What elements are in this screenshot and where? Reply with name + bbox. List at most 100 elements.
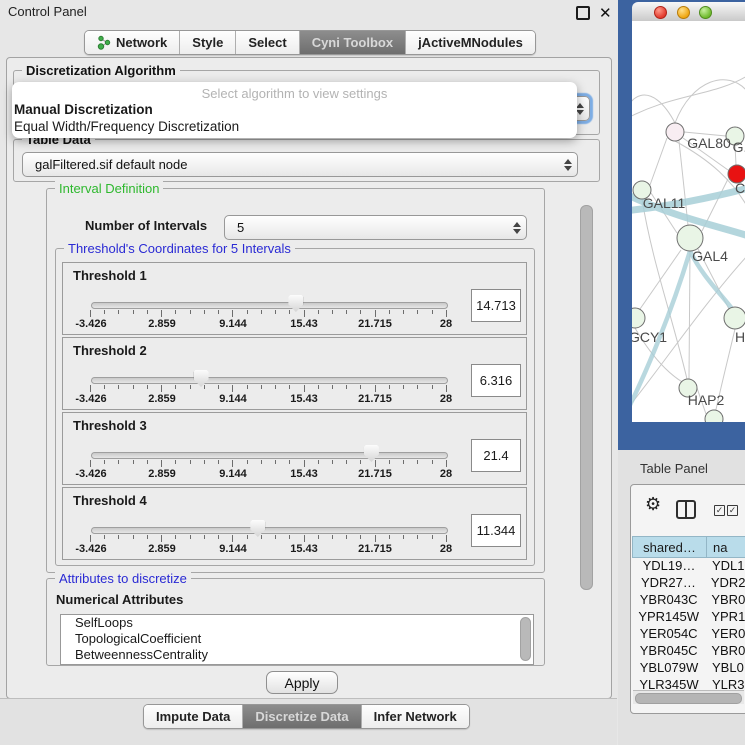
tick-label: 15.43 [290, 393, 318, 405]
table-panel-title: Table Panel [640, 461, 708, 476]
mac-minimize-button[interactable] [677, 6, 690, 19]
application: Control Panel ✕ Network Style Select Cyn… [0, 0, 745, 745]
number-of-intervals-label: Number of Intervals [85, 218, 207, 233]
slider-ticks [90, 385, 447, 393]
tab-select[interactable]: Select [236, 31, 299, 54]
label-gal11: GAL11 [643, 195, 686, 211]
table-row[interactable]: YBL079WYBL0 [632, 660, 745, 677]
table-row[interactable]: YBR043CYBR0 [632, 592, 745, 609]
tick-label: 21.715 [358, 318, 392, 330]
panel-title: Control Panel [8, 4, 87, 19]
table-panel: Table Panel ⚙ ✓ ✓ shared… na YDL19…YDL1 … [618, 450, 745, 745]
tab-style[interactable]: Style [180, 31, 236, 54]
dropdown-prompt: Select algorithm to view settings [12, 86, 577, 101]
threshold-4-label: Threshold 4 [73, 493, 147, 508]
network-window-titlebar[interactable] [632, 2, 745, 22]
checkbox-icon[interactable]: ✓ [727, 505, 738, 516]
number-of-intervals-combo[interactable]: 5 [224, 215, 527, 240]
dropdown-option-manual-discretization[interactable]: Manual Discretization [14, 102, 153, 117]
node-right-mid[interactable] [724, 307, 745, 329]
top-tab-bar: Network Style Select Cyni Toolbox jActiv… [84, 30, 536, 55]
tick-label: 28 [440, 543, 452, 555]
checkbox-icon[interactable]: ✓ [714, 505, 725, 516]
column-header-shared-name[interactable]: shared… [632, 536, 707, 558]
combo-stepper-icon [508, 222, 526, 234]
label-gal4: GAL4 [692, 248, 728, 264]
list-item-selfloops[interactable]: SelfLoops [61, 615, 533, 631]
tab-impute-data[interactable]: Impute Data [144, 705, 243, 728]
tick-label: 2.859 [148, 468, 176, 480]
interval-definition-title: Interval Definition [55, 181, 163, 196]
table-row[interactable]: YDL19…YDL1 [632, 558, 745, 575]
list-item-betweennesscentrality[interactable]: BetweennessCentrality [61, 647, 533, 663]
panel-vertical-scrollbar[interactable] [580, 205, 593, 590]
algorithm-dropdown-popup: Select algorithm to view settings Manual… [12, 82, 577, 138]
tick-label: 21.715 [358, 543, 392, 555]
tick-label: 15.43 [290, 543, 318, 555]
threshold-3-slider-track[interactable] [91, 452, 448, 459]
threshold-2-panel: Threshold 2 -3.426 2.859 9.144 15.43 21.… [62, 337, 527, 410]
tick-label: 21.715 [358, 393, 392, 405]
table-data-combo[interactable]: galFiltered.sif default node [22, 152, 578, 177]
table-row[interactable]: YBR045CYBR0 [632, 643, 745, 660]
column-header-name[interactable]: na [706, 536, 745, 558]
threshold-4-slider-track[interactable] [91, 527, 448, 534]
node-gcy1[interactable] [632, 308, 645, 328]
tick-label: 2.859 [148, 543, 176, 555]
slider-ticks [90, 535, 447, 543]
tick-label: 2.859 [148, 318, 176, 330]
threshold-2-value-field[interactable]: 6.316 [471, 364, 521, 397]
list-vertical-scrollbar[interactable] [520, 617, 531, 661]
mac-close-button[interactable] [654, 6, 667, 19]
close-icon[interactable]: ✕ [599, 7, 612, 20]
numerical-attributes-label: Numerical Attributes [56, 592, 183, 607]
network-icon [97, 35, 111, 50]
threshold-1-label: Threshold 1 [73, 268, 147, 283]
node-bottom[interactable] [705, 410, 723, 422]
tab-discretize-data[interactable]: Discretize Data [243, 705, 361, 728]
network-nodes[interactable] [632, 123, 745, 422]
threshold-3-value-field[interactable]: 21.4 [471, 439, 521, 472]
tick-label: 9.144 [219, 318, 247, 330]
label-gcy1: GCY1 [632, 329, 667, 345]
threshold-4-value-field[interactable]: 11.344 [471, 514, 521, 547]
table-horizontal-scrollbar[interactable] [633, 690, 744, 704]
gear-icon[interactable]: ⚙ [645, 495, 661, 513]
tab-jactivemnodules[interactable]: jActiveMNodules [406, 31, 535, 54]
slider-ticks [90, 460, 447, 468]
tick-label: 9.144 [219, 543, 247, 555]
tick-label: -3.426 [75, 468, 106, 480]
list-item-topologicalcoefficient[interactable]: TopologicalCoefficient [61, 631, 533, 647]
number-of-intervals-value: 5 [225, 220, 508, 235]
tick-label: 28 [440, 318, 452, 330]
float-window-icon[interactable] [576, 6, 590, 20]
mac-zoom-button[interactable] [699, 6, 712, 19]
node-gal80[interactable] [666, 123, 684, 141]
threshold-3-label: Threshold 3 [73, 418, 147, 433]
tab-network[interactable]: Network [85, 31, 180, 54]
bottom-tab-bar: Impute Data Discretize Data Infer Networ… [143, 704, 470, 729]
table-row[interactable]: YPR145WYPR1 [632, 609, 745, 626]
threshold-1-value-field[interactable]: 14.713 [471, 289, 521, 322]
label-g-partial: G. [733, 139, 745, 155]
threshold-2-slider-track[interactable] [91, 377, 448, 384]
tick-label: 2.859 [148, 393, 176, 405]
network-canvas[interactable]: GAL80 G. C GAL11 GAL4 GCY1 H HAP2 [632, 21, 745, 422]
apply-button[interactable]: Apply [266, 671, 338, 694]
label-c-partial: C [735, 180, 745, 196]
column-layout-icon[interactable] [676, 500, 696, 519]
tab-cyni-toolbox[interactable]: Cyni Toolbox [300, 31, 406, 54]
tab-network-label: Network [116, 35, 167, 50]
table-row[interactable]: YER054CYER0 [632, 626, 745, 643]
tick-label: 28 [440, 468, 452, 480]
label-h-partial: H [735, 329, 745, 345]
network-view-window: GAL80 G. C GAL11 GAL4 GCY1 H HAP2 [618, 0, 745, 450]
dropdown-option-equal-width-frequency[interactable]: Equal Width/Frequency Discretization [14, 119, 239, 134]
threshold-1-slider-track[interactable] [91, 302, 448, 309]
table-row[interactable]: YDR27…YDR2 [632, 575, 745, 592]
tab-infer-network[interactable]: Infer Network [362, 705, 469, 728]
tick-label: -3.426 [75, 318, 106, 330]
tick-label: 15.43 [290, 468, 318, 480]
table-horizontal-scrollbar-thumb[interactable] [635, 693, 742, 704]
tick-label: -3.426 [75, 393, 106, 405]
